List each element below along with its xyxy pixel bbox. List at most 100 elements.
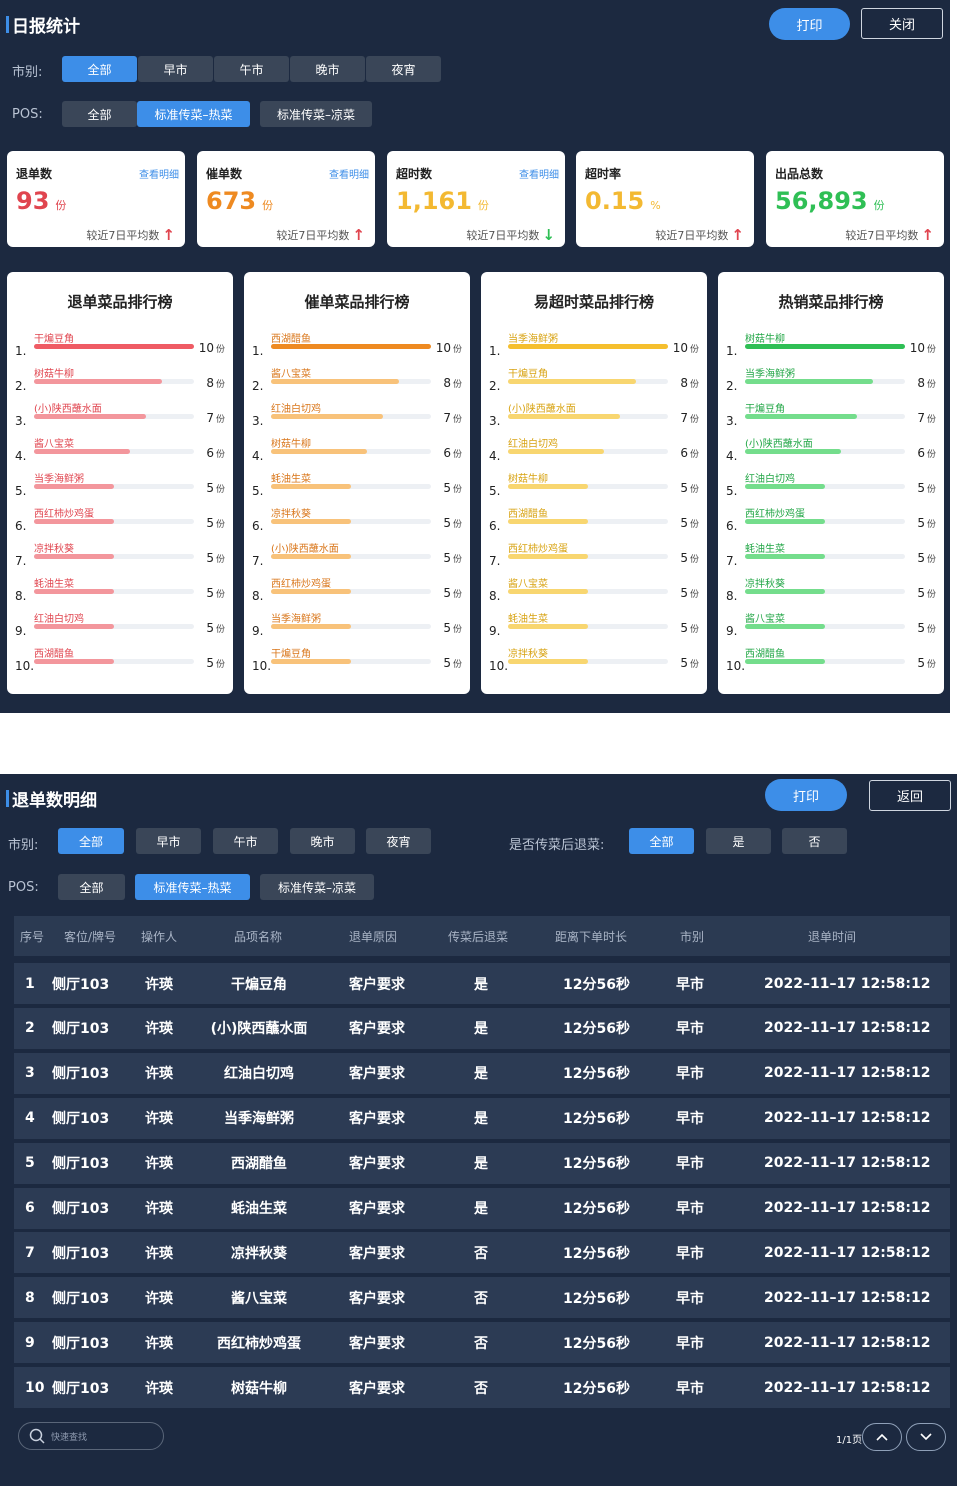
col-table-no: 客位/牌号 — [64, 929, 117, 944]
rank-bar-track — [508, 624, 668, 629]
cell-refund-time: 2022–11–17 12:58:12 — [764, 1334, 931, 1351]
close-button[interactable]: 关闭 — [861, 8, 943, 39]
pos-chip-hot[interactable]: 标准传菜–热菜 — [137, 101, 250, 127]
print-button[interactable]: 打印 — [769, 8, 850, 40]
pos-chip-cold[interactable]: 标准传菜–凉菜 — [260, 101, 372, 127]
after-serve-chip-all[interactable]: 全部 — [629, 828, 694, 854]
cell-index: 8 — [25, 1289, 35, 1306]
output-total-card: 出品总数 56,893 份较近7日平均数 ↑ — [766, 151, 944, 247]
table-row[interactable]: 7 侧厅103 许瑛 凉拌秋葵 客户要求 否 12分56秒 早市 2022–11–17 12:5… — [14, 1232, 950, 1274]
dish-name: 酱八宝菜 — [745, 614, 785, 625]
rank-bar-fill — [271, 484, 351, 489]
rank-unit: 份 — [215, 345, 225, 355]
table-row[interactable]: 10 侧厅103 许瑛 树菇牛柳 客户要求 否 12分56秒 早市 2022–11–17 12:… — [14, 1367, 950, 1409]
table-row[interactable]: 6 侧厅103 许瑛 蚝油生菜 客户要求 是 12分56秒 早市 2022–11–17 12:5… — [14, 1187, 950, 1229]
page-indicator: 1/1页 — [836, 1435, 863, 1446]
rank-bar-fill — [745, 554, 825, 559]
rank-value-wrap: 5份 — [917, 481, 936, 495]
view-details-link[interactable]: 查看明细 — [139, 166, 179, 181]
rank-bar-track — [745, 344, 905, 349]
detail-pos-chip-hot[interactable]: 标准传菜–热菜 — [135, 874, 250, 900]
rank-bar-track — [271, 624, 431, 629]
next-page-button[interactable] — [906, 1423, 946, 1451]
ranking-item: 8. 西红柿炒鸡蛋 5 份 — [244, 573, 470, 608]
cell-elapsed: 12分56秒 — [563, 1335, 630, 1352]
refund-count-card: 退单数 查看明细 93 份较近7日平均数 ↑ — [7, 151, 185, 247]
cell-index: 1 — [25, 975, 35, 992]
rank-value: 6 — [443, 446, 451, 460]
detail-pos-chip-cold[interactable]: 标准传菜–凉菜 — [260, 874, 374, 900]
rank-unit: 份 — [215, 415, 225, 425]
cell-index: 9 — [25, 1334, 35, 1351]
rank-unit: 份 — [452, 345, 462, 355]
detail-market-chip-night[interactable]: 夜宵 — [366, 828, 431, 854]
rank-number: 4. — [252, 449, 264, 463]
rank-unit: 份 — [215, 450, 225, 460]
rank-number: 10. — [489, 659, 509, 673]
prev-page-button[interactable] — [862, 1423, 902, 1451]
table-row[interactable]: 3 侧厅103 许瑛 红油白切鸡 客户要求 是 12分56秒 早市 2022–11–17 12:… — [14, 1052, 950, 1094]
market-chip-night[interactable]: 夜宵 — [366, 56, 441, 82]
market-chip-all[interactable]: 全部 — [62, 56, 137, 82]
cell-after-serve: 否 — [474, 1245, 488, 1262]
rank-bar-track — [745, 554, 905, 559]
hot-sales-ranking-board: 热销菜品排行榜 1. 树菇牛柳 10 份 2. 当季海鲜粥 8 份 3. 干煸豆角 7 份 4. (小)陕西… — [718, 272, 944, 694]
detail-market-chip-morning[interactable]: 早市 — [136, 828, 201, 854]
rank-bar-fill — [271, 344, 431, 349]
table-row[interactable]: 5 侧厅103 许瑛 西湖醋鱼 客户要求 是 12分56秒 早市 2022–11–17 12:5… — [14, 1142, 950, 1184]
table-row[interactable]: 4 侧厅103 许瑛 当季海鲜粥 客户要求 是 12分56秒 早市 2022–11–17 12:… — [14, 1097, 950, 1139]
cell-index: 6 — [25, 1200, 35, 1216]
view-details-link[interactable]: 查看明细 — [519, 166, 559, 181]
rank-bar-fill — [34, 624, 114, 629]
rank-bar-track — [745, 449, 905, 454]
detail-market-chip-evening[interactable]: 晚市 — [290, 828, 355, 854]
market-chip-evening[interactable]: 晚市 — [290, 56, 365, 82]
view-details-link[interactable]: 查看明细 — [329, 166, 369, 181]
detail-market-chip-noon[interactable]: 午市 — [213, 828, 278, 854]
market-chip-noon[interactable]: 午市 — [214, 56, 289, 82]
rank-value: 10 — [198, 341, 214, 355]
rank-value-wrap: 5份 — [206, 621, 225, 635]
cell-refund-time: 2022–11–17 12:58:12 — [764, 975, 931, 992]
rank-value: 5 — [917, 516, 925, 530]
rank-number: 8. — [252, 589, 264, 603]
kpi-compare-text: 较近7日平均数 — [276, 229, 350, 242]
rank-bar-track — [745, 414, 905, 419]
rank-bar-fill — [508, 659, 588, 664]
dish-name: 酱八宝菜 — [271, 369, 311, 380]
cell-operator: 许瑛 — [145, 1111, 173, 1128]
daily-report-title-text: 日报统计 — [12, 17, 80, 37]
ranking-item: 8. 凉拌秋葵 5 份 — [718, 573, 944, 608]
dish-name: (小)陕西蘸水面 — [34, 404, 102, 415]
arrow-up-icon: ↑ — [162, 225, 175, 244]
rank-value-wrap: 7份 — [680, 411, 699, 425]
rank-bar-track — [508, 519, 668, 524]
detail-pos-chip-all[interactable]: 全部 — [58, 874, 125, 900]
after-serve-chip-yes[interactable]: 是 — [706, 828, 771, 854]
dish-name: 西湖醋鱼 — [271, 334, 311, 345]
quick-search-input[interactable]: 快速查找 — [18, 1422, 164, 1450]
detail-market-chip-all[interactable]: 全部 — [58, 828, 124, 854]
market-chip-morning[interactable]: 早市 — [138, 56, 213, 82]
cell-reason: 客户要求 — [349, 976, 405, 993]
table-row[interactable]: 1 侧厅103 许瑛 干煸豆角 客户要求 是 12分56秒 早市 2022–11–17 12:5… — [14, 963, 950, 1004]
rank-value: 10 — [672, 341, 688, 355]
table-row[interactable]: 2 侧厅103 许瑛 (小)陕西蘸水面 客户要求 是 12分56秒 早市 2022–11–17 … — [14, 1007, 950, 1049]
table-row[interactable]: 9 侧厅103 许瑛 西红柿炒鸡蛋 客户要求 否 12分56秒 早市 2022–11–17 12… — [14, 1322, 950, 1364]
cell-market: 早市 — [676, 1156, 704, 1173]
cell-elapsed: 12分56秒 — [563, 976, 630, 993]
cell-table-no: 侧厅103 — [52, 1380, 110, 1397]
rank-value: 8 — [443, 376, 451, 390]
ranking-item: 8. 蚝油生菜 5 份 — [7, 573, 233, 608]
back-button[interactable]: 返回 — [869, 780, 951, 811]
pos-chip-all[interactable]: 全部 — [62, 101, 137, 127]
rank-number: 1. — [489, 344, 501, 358]
detail-print-button[interactable]: 打印 — [765, 779, 847, 811]
dish-name: 当季海鲜粥 — [34, 474, 84, 485]
table-row[interactable]: 8 侧厅103 许瑛 酱八宝菜 客户要求 否 12分56秒 早市 2022–11–17 12:5… — [14, 1277, 950, 1319]
rank-bar-fill — [271, 659, 351, 664]
ranking-item: 4. (小)陕西蘸水面 6 份 — [718, 433, 944, 468]
after-serve-chip-no[interactable]: 否 — [782, 828, 847, 854]
rank-bar-fill — [271, 624, 351, 629]
rank-number: 7. — [252, 554, 264, 568]
